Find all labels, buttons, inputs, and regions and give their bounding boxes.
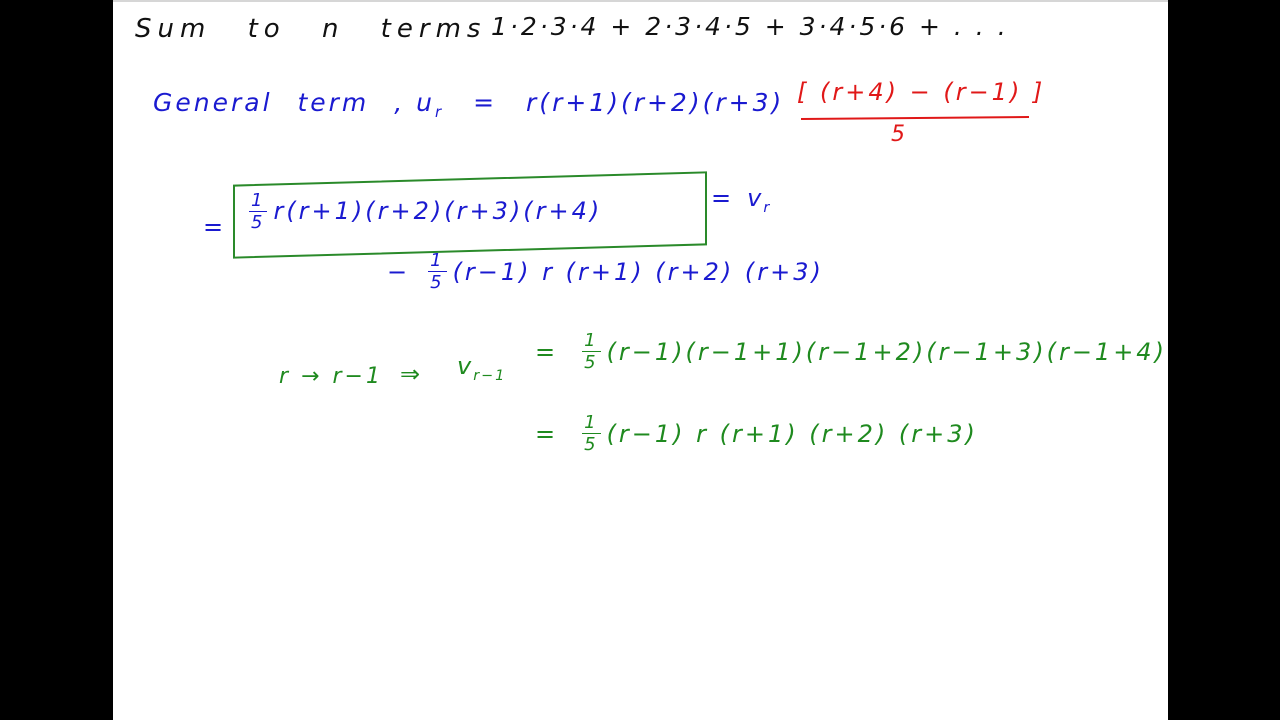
series-expression: 1·2·3·4 + 2·3·4·5 + 3·4·5·6 + . . . bbox=[491, 12, 1009, 41]
one-fifth-fraction: 15 bbox=[582, 330, 601, 373]
substitution-expression: = 1 5 (r−1)(r−1+1)(r−1+2)(r−1+3)(r−1+4) bbox=[535, 330, 1167, 373]
u-r-symbol: ur bbox=[416, 88, 445, 121]
general-term-line: General term , ur = r(r+1)(r+2)(r+3) bbox=[153, 90, 784, 120]
red-denominator: 5 bbox=[891, 122, 907, 147]
boxed-equals: = bbox=[203, 213, 226, 241]
one-fifth-fraction: 15 bbox=[249, 190, 268, 233]
general-term-expression: r(r+1)(r+2)(r+3) bbox=[526, 88, 785, 117]
minus-term-line: −1 5 (r−1) r (r+1) (r+2) (r+3) bbox=[387, 250, 824, 293]
substitution-mapping: r → r−1 bbox=[279, 364, 383, 389]
equals-sign: = bbox=[473, 88, 498, 117]
implies-arrow: ⇒ bbox=[400, 360, 423, 388]
v-r-minus-1-symbol: vr−1 bbox=[457, 352, 507, 384]
simplified-expression: = 1 5 (r−1) r (r+1) (r+2) (r+3) bbox=[535, 412, 978, 455]
title-label: Sum to n terms bbox=[135, 14, 487, 44]
one-fifth-fraction: 15 bbox=[582, 412, 601, 455]
whiteboard-page: Sum to n terms 1·2·3·4 + 2·3·4·5 + 3·4·5… bbox=[113, 0, 1168, 720]
red-numerator: [ (r+4) − (r−1) ] bbox=[797, 78, 1046, 106]
red-fraction-bar bbox=[800, 116, 1030, 120]
general-term-label: General term , bbox=[153, 88, 406, 117]
vr-definition: = vr bbox=[711, 184, 772, 216]
one-fifth-fraction: 15 bbox=[428, 250, 447, 293]
boxed-expression: 1 5 r(r+1)(r+2)(r+3)(r+4) bbox=[249, 190, 603, 233]
